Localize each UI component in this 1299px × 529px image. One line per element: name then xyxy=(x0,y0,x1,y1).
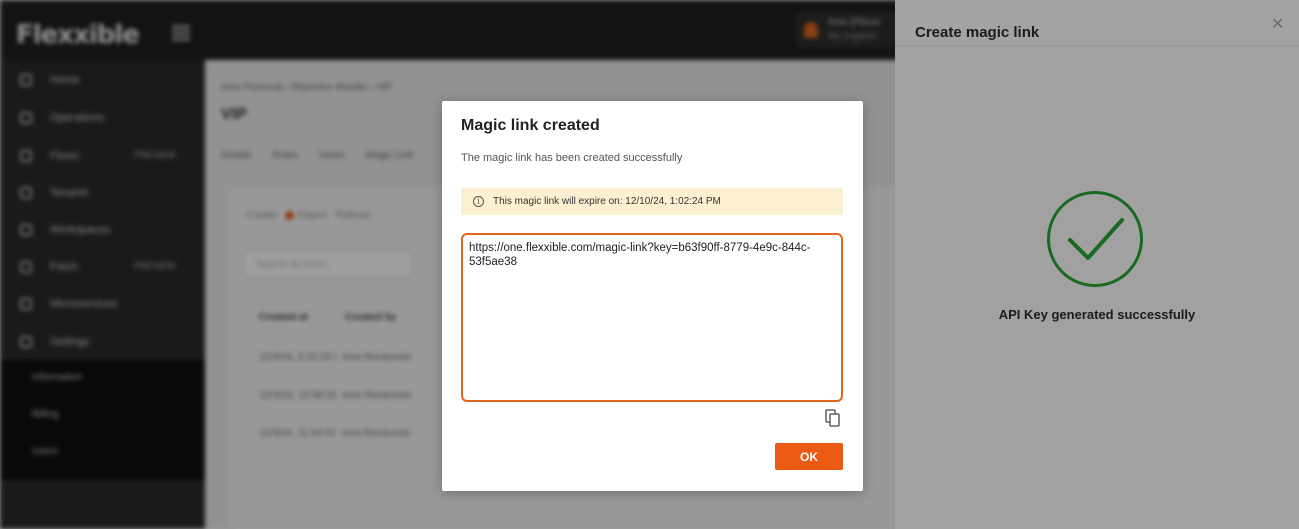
check-circle-icon xyxy=(1047,191,1143,287)
drawer-title: Create magic link xyxy=(915,24,1040,41)
copy-icon[interactable] xyxy=(825,409,841,427)
ok-button[interactable]: OK xyxy=(775,443,843,470)
dialog-title: Magic link created xyxy=(461,117,600,134)
drawer-header: Create magic link ✕ xyxy=(895,0,1299,46)
magic-link-created-dialog: Magic link created The magic link has be… xyxy=(442,101,863,491)
dialog-subtitle: The magic link has been created successf… xyxy=(461,152,683,164)
info-icon: i xyxy=(473,196,484,207)
expiry-notice: i This magic link will expire on: 12/10/… xyxy=(461,188,843,215)
close-icon[interactable]: ✕ xyxy=(1271,14,1284,34)
success-message: API Key generated successfully xyxy=(998,307,1196,322)
expiry-notice-text: This magic link will expire on: 12/10/24… xyxy=(493,196,721,207)
magic-link-field[interactable]: https://one.flexxible.com/magic-link?key… xyxy=(461,233,843,402)
create-magic-link-drawer: Create magic link ✕ API Key generated su… xyxy=(895,0,1299,529)
